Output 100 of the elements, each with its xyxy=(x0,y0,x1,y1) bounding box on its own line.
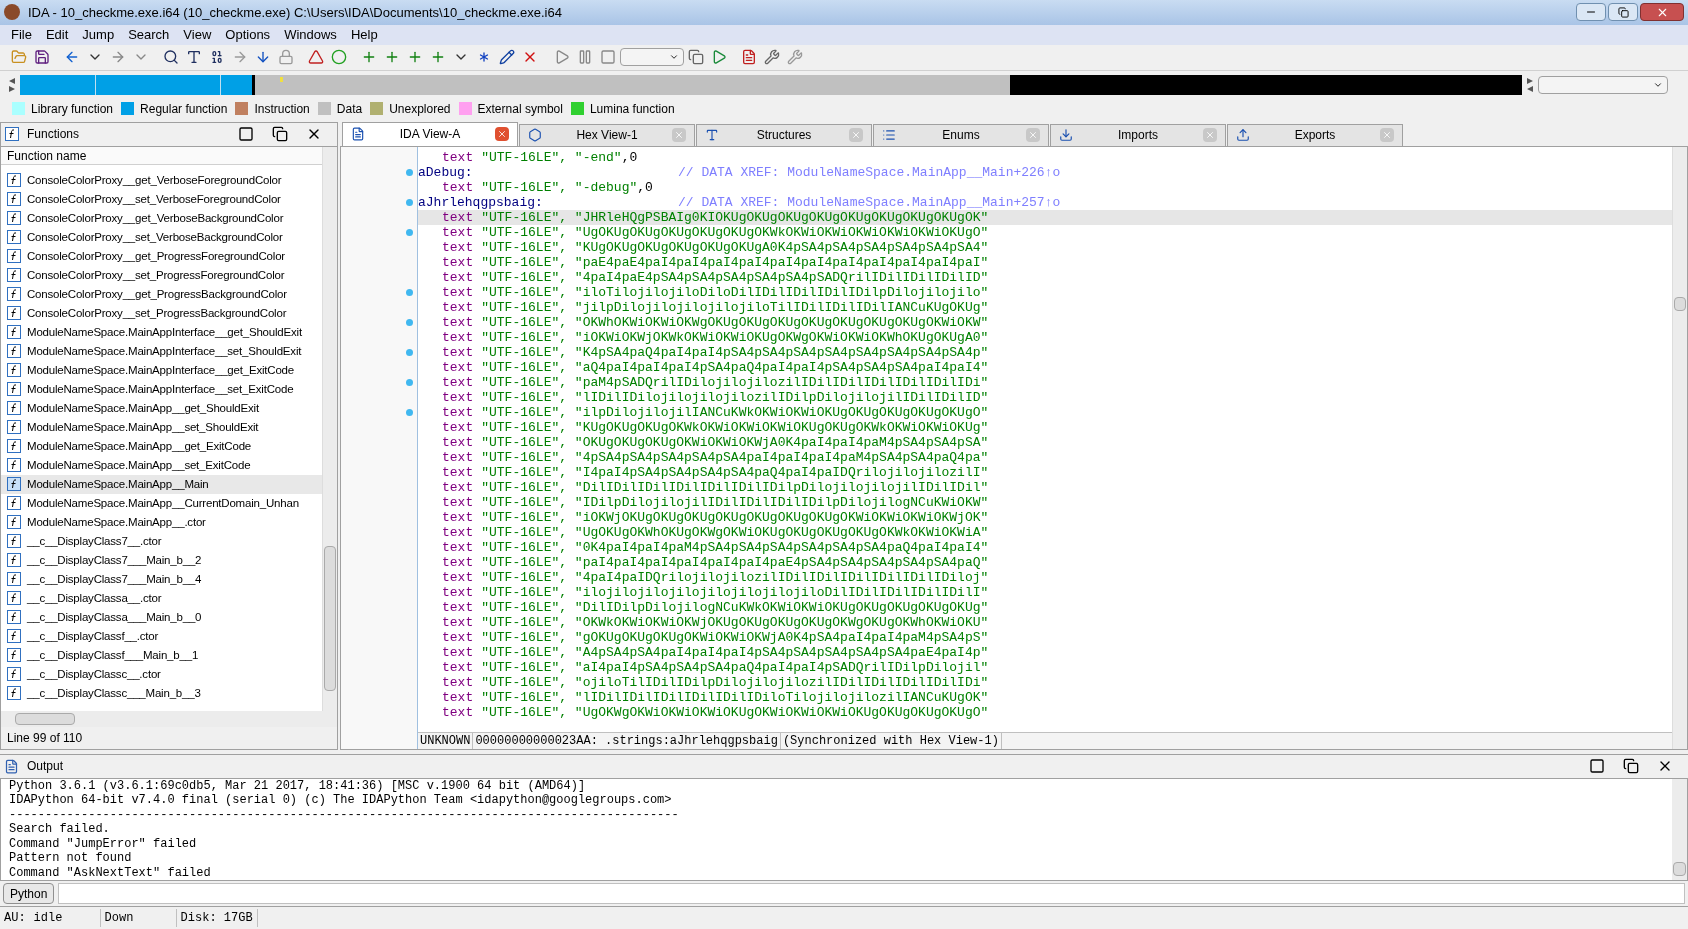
listing-line[interactable]: text "UTF-16LE", "4paI4paIDQrilojilojilozilIDilIDilIDilIDilIDilIDiloj" xyxy=(418,569,1672,585)
listing-line[interactable]: text "UTF-16LE", "KUgOKUgOKUgOKWkOKWiOKWiOKWiOKUgOKUgOKWkOKWiOKWiOKUg" xyxy=(418,419,1672,435)
function-row[interactable]: ModuleNameSpace.MainApp__set_ShouldExit xyxy=(1,417,322,437)
function-row[interactable]: __c__DisplayClassc__.ctor xyxy=(1,664,322,684)
directive: text xyxy=(442,149,474,165)
function-row[interactable]: ConsoleColorProxy__get_ProgressBackgroundColor xyxy=(1,284,322,304)
function-name: ConsoleColorProxy__set_ProgressForegroundColor xyxy=(27,267,285,283)
function-row[interactable]: ConsoleColorProxy__set_VerboseBackgroundColor xyxy=(1,227,322,247)
function-row[interactable]: ConsoleColorProxy__get_ProgressForegroundColor xyxy=(1,246,322,266)
listing-line[interactable]: text "UTF-16LE", "ilpDilojilojilIANCuKWkOKWiOKWiOKUgOKUgOKUgOKUgOKUgO" xyxy=(418,404,1672,420)
listing-line[interactable]: text "UTF-16LE", "aQ4paI4paI4paI4pSA4paQ4paI4paI4pSA4pSA4pSA4paI4paI4" xyxy=(418,359,1672,375)
listing-line[interactable]: text "UTF-16LE", "OKWkOKWiOKWiOKWjOKUgOKUgOKUgOKUgOKWgOKUgOKWhOKWiOKU" xyxy=(418,614,1672,630)
listing-line[interactable]: text "UTF-16LE", "4paI4paE4pSA4pSA4pSA4pSA4pSA4pSADQrilIDilIDilIDilID" xyxy=(418,269,1672,285)
cross-icon xyxy=(674,130,684,141)
listing-line[interactable]: text "UTF-16LE", "UgOKUgOKUgOKUgOKUgOKUgOKWkOKWiOKWiOKWiOKWiOKWiOKUgO" xyxy=(418,224,1672,240)
interpreter-button[interactable]: Python xyxy=(3,883,55,905)
view-tab[interactable]: Structures xyxy=(696,123,872,146)
menu-item[interactable]: View xyxy=(176,25,219,45)
function-row[interactable]: ModuleNameSpace.MainApp__CurrentDomain_Unhan xyxy=(1,493,322,513)
view-tab[interactable]: IDA View-A xyxy=(342,121,518,146)
listing-line[interactable]: aJhrlehqgpsbaig: // DATA XREF: ModuleNameSpace.MainApp__Main+257↑o xyxy=(418,194,1672,210)
listing-line[interactable]: text "UTF-16LE", "ilojilojilojilojilojilojilojiloDilIDilIDilIDilIDilI" xyxy=(418,584,1672,600)
menu-item[interactable]: File xyxy=(4,25,39,45)
listing-line[interactable]: text "UTF-16LE", "iOKWjOKUgOKUgOKUgOKUgOKUgOKUgOKUgOKWiOKWiOKWiOKWjOK" xyxy=(418,509,1672,525)
listing-line[interactable]: text "UTF-16LE", "-end",0 xyxy=(418,149,1672,165)
view-tab[interactable]: Enums xyxy=(873,123,1049,146)
cross-icon xyxy=(1382,130,1392,141)
function-row[interactable]: __c__DisplayClassf__.ctor xyxy=(1,626,322,646)
view-tab[interactable]: Imports xyxy=(1050,123,1226,146)
function-row[interactable]: __c__DisplayClassf___Main_b__1 xyxy=(1,645,322,665)
listing-line[interactable]: text "UTF-16LE", "iloTilojilojiloDiloDilIDilIDilIDilIDilpDilojilojilo" xyxy=(418,284,1672,300)
menu-item[interactable]: Edit xyxy=(38,25,76,45)
listing-line[interactable]: text "UTF-16LE", "A4pSA4pSA4paI4paI4paI4pSA4pSA4pSA4pSA4pSA4paE4paI4p" xyxy=(418,644,1672,660)
scrollbar[interactable] xyxy=(1672,778,1687,881)
listing-line[interactable]: text "UTF-16LE", "4pSA4pSA4pSA4pSA4pSA4paI4paI4paI4paM4pSA4pSA4paQ4pa" xyxy=(418,449,1672,465)
listing-line[interactable]: text "UTF-16LE", "0K4paI4paI4paM4pSA4pSA4pSA4pSA4pSA4pSA4paQ4paI4paI4" xyxy=(418,539,1672,555)
listing-line[interactable]: text "UTF-16LE", "DilIDilIDilIDilIDilIDilIDilpDilojilojilojilIDilIDil" xyxy=(418,479,1672,495)
listing-line[interactable]: text "UTF-16LE", "KUgOKUgOKUgOKUgOKUgOKUgA0K4pSA4pSA4pSA4pSA4pSA4pSA4" xyxy=(418,239,1672,255)
function-row[interactable]: __c__DisplayClassc___Main_b__3 xyxy=(1,683,322,703)
listing-line[interactable]: text "UTF-16LE", "OKWhOKWiOKWiOKWgOKUgOKUgOKUgOKUgOKUgOKUgOKUgOKWiOKW" xyxy=(418,314,1672,330)
function-row[interactable]: ConsoleColorProxy__get_VerboseForegroundColor xyxy=(1,170,322,190)
view-tab[interactable]: Exports xyxy=(1227,123,1403,146)
window-title: IDA - 10_checkme.exe.i64 (10_checkme.exe) C:\Users\IDA\Documents\10_checkme.exe.i64 xyxy=(28,3,562,22)
listing-line[interactable]: text "UTF-16LE", "IDilpDilojilojilIDilIDilIDilIDilpDilojilogNCuKWiOKW" xyxy=(418,494,1672,510)
function-row[interactable]: ModuleNameSpace.MainAppInterface__set_ShouldExit xyxy=(1,341,322,361)
function-row[interactable]: ModuleNameSpace.MainApp__get_ExitCode xyxy=(1,436,322,456)
function-icon xyxy=(7,667,21,682)
function-row[interactable]: __c__DisplayClass7___Main_b__2 xyxy=(1,550,322,570)
listing-line[interactable]: text "UTF-16LE", "ojiloTilIDilIDilpDilojilojilozilIDilIDilIDilIDilIDi" xyxy=(418,674,1672,690)
listing-line[interactable]: text "UTF-16LE", "K4pSA4paQ4paI4paI4pSA4pSA4pSA4pSA4pSA4pSA4pSA4pSA4p" xyxy=(418,344,1672,360)
close-button[interactable] xyxy=(1640,3,1684,22)
listing-line[interactable]: text "UTF-16LE", "gOKUgOKUgOKUgOKWiOKWiOKWjA0K4pSA4paI4paI4paM4pSA4pS" xyxy=(418,629,1672,645)
directive: text xyxy=(442,434,474,450)
listing-line[interactable]: text "UTF-16LE", "lIDilIDilIDilIDilIDilIDiloTilojilojilozilIANCuKUgOK" xyxy=(418,689,1672,705)
scrollbar[interactable] xyxy=(1672,146,1687,749)
menu-item[interactable]: Search xyxy=(121,25,177,45)
function-row[interactable]: ModuleNameSpace.MainAppInterface__get_ExitCode xyxy=(1,360,322,380)
function-name: ModuleNameSpace.MainApp__get_ExitCode xyxy=(27,438,252,454)
listing-line[interactable]: aDebug: // DATA XREF: ModuleNameSpace.MainApp__Main+226↑o xyxy=(418,164,1672,180)
listing-line[interactable]: text "UTF-16LE", "jilpDilojilojilojilojiloTilIDilIDilIDilIANCuKUgOKUg" xyxy=(418,299,1672,315)
function-row[interactable]: ModuleNameSpace.MainAppInterface__set_ExitCode xyxy=(1,379,322,399)
function-row[interactable]: ModuleNameSpace.MainAppInterface__get_ShouldExit xyxy=(1,322,322,342)
listing-line[interactable]: text "UTF-16LE", "DilIDilpDilojilogNCuKWkOKWiOKWiOKUgOKUgOKUgOKUgOKUg" xyxy=(418,599,1672,615)
listing-line[interactable]: text "UTF-16LE", "OKUgOKUgOKUgOKWiOKWiOKWjA0K4paI4paI4paM4pSA4pSA4pSA" xyxy=(418,434,1672,450)
listing-line[interactable]: text "UTF-16LE", "aI4paI4pSA4pSA4pSA4paQ4paI4paI4pSADQrilIDilpDilojil" xyxy=(418,659,1672,675)
function-row[interactable]: ModuleNameSpace.MainApp__set_ExitCode xyxy=(1,455,322,475)
menu-item[interactable]: Jump xyxy=(75,25,122,45)
function-row[interactable]: __c__DisplayClass7___Main_b__4 xyxy=(1,569,322,589)
function-row[interactable]: ModuleNameSpace.MainApp__get_ShouldExit xyxy=(1,398,322,418)
restore-button[interactable] xyxy=(1608,3,1638,22)
menu-item[interactable]: Options xyxy=(218,25,278,45)
function-row[interactable]: __c__DisplayClassa__.ctor xyxy=(1,588,322,608)
view-tab[interactable]: Hex View-1 xyxy=(519,123,695,146)
listing-line[interactable]: text "UTF-16LE", "paI4paI4paI4paI4paI4paI4paE4pSA4pSA4pSA4pSA4pSA4paQ" xyxy=(418,554,1672,570)
scrollbar[interactable] xyxy=(322,146,337,711)
function-row[interactable]: __c__DisplayClassa___Main_b__0 xyxy=(1,607,322,627)
function-row[interactable]: __c__DisplayClass7__.ctor xyxy=(1,531,322,551)
scroll-arrows-icon[interactable] xyxy=(1526,76,1534,93)
menu-item[interactable]: Windows xyxy=(277,25,344,45)
minimize-button[interactable] xyxy=(1576,3,1606,22)
listing-line[interactable]: text "UTF-16LE", "UgOKWgOKWiOKWiOKWiOKUgOKWiOKWiOKWiOKUgOKUgOKUgOKUgO" xyxy=(418,704,1672,720)
function-row[interactable]: ModuleNameSpace.MainApp__.ctor xyxy=(1,512,322,532)
listing-line[interactable]: text "UTF-16LE", "paE4paE4paI4paI4paI4paI4paI4paI4paI4paI4paI4paI4paI" xyxy=(418,254,1672,270)
listing-line[interactable]: text "UTF-16LE", "UgOKUgOKWhOKUgOKWgOKWiOKUgOKUgOKUgOKUgOKWkOKWiOKWiA" xyxy=(418,524,1672,540)
function-row[interactable]: ModuleNameSpace.MainApp__Main xyxy=(1,474,322,494)
listing-line[interactable]: text "UTF-16LE", "lIDilIDilojilojilojilozilIDilpDilojilojilIDilIDilID" xyxy=(418,389,1672,405)
legend-label: Unexplored xyxy=(389,100,451,118)
label-name: aJhrlehqgpsbaig: xyxy=(418,194,544,210)
listing-line[interactable]: text "UTF-16LE", "I4paI4pSA4pSA4pSA4pSA4paQ4paI4paIDQrilojilojilozilI" xyxy=(418,464,1672,480)
listing-line[interactable]: text "UTF-16LE", "paM4pSADQrilIDilojilojilozilIDilIDilIDilIDilIDilIDi" xyxy=(418,374,1672,390)
listing-line[interactable]: text "UTF-16LE", "-debug",0 xyxy=(418,179,1672,195)
function-row[interactable]: ConsoleColorProxy__set_VerboseForegroundColor xyxy=(1,189,322,209)
debugger-dropdown[interactable] xyxy=(620,48,684,67)
command-input[interactable] xyxy=(58,883,1685,905)
scroll-arrows-icon[interactable] xyxy=(8,76,16,93)
function-row[interactable]: ConsoleColorProxy__get_VerboseBackgroundColor xyxy=(1,208,322,228)
function-row[interactable]: ConsoleColorProxy__set_ProgressForegroundColor xyxy=(1,265,322,285)
menu-item[interactable]: Help xyxy=(343,25,385,45)
listing-line[interactable]: text "UTF-16LE", "iOKWiOKWjOKWkOKWiOKWiOKUgOKWgOKWiOKWiOKWhOKUgOKUgA0" xyxy=(418,329,1672,345)
function-row[interactable]: ConsoleColorProxy__set_ProgressBackgroundColor xyxy=(1,303,322,323)
